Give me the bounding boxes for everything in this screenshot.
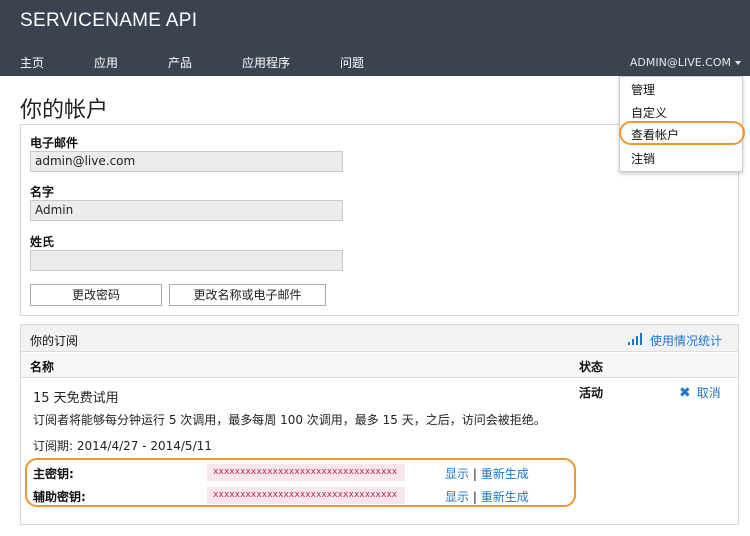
page-title: 你的帐户	[20, 98, 109, 123]
last-name-label: 姓氏	[30, 235, 55, 249]
user-menu-label: ADMIN@LIVE.COM	[629, 56, 731, 69]
user-menu-toggle[interactable]: ADMIN@LIVE.COM	[630, 56, 741, 69]
primary-key-regenerate-link[interactable]: 重新生成	[481, 467, 529, 481]
primary-key-actions: 显示 | 重新生成	[445, 465, 529, 482]
app-title: SERVICENAME API	[20, 10, 198, 31]
nav-item-applications[interactable]: 应用程序	[242, 54, 290, 71]
email-field[interactable]: admin@live.com	[30, 151, 343, 172]
first-name-field[interactable]: Admin	[30, 200, 343, 221]
secondary-key-value: xxxxxxxxxxxxxxxxxxxxxxxxxxxxxxxxxx	[207, 487, 405, 504]
subscriptions-column-headers: 名称 状态	[21, 353, 738, 378]
status-badge: 活动	[579, 386, 604, 400]
nav-item-issues[interactable]: 问题	[340, 54, 364, 71]
column-header-status: 状态	[579, 360, 604, 374]
primary-key-show-link[interactable]: 显示	[445, 467, 469, 481]
cancel-subscription-button[interactable]: ✖ 取消	[679, 384, 721, 401]
usage-statistics-link[interactable]: 使用情况统计	[627, 332, 722, 349]
change-password-button[interactable]: 更改密码	[30, 284, 162, 306]
secondary-key-actions: 显示 | 重新生成	[445, 488, 529, 505]
secondary-key-show-link[interactable]: 显示	[445, 490, 469, 504]
menu-item-sign-out[interactable]: 注销	[631, 150, 655, 167]
cancel-label: 取消	[696, 386, 721, 400]
subscriptions-header: 你的订阅 使用情况统计	[21, 325, 738, 352]
plan-period: 订阅期: 2014/4/27 - 2014/5/11	[33, 439, 212, 453]
nav-item-home[interactable]: 主页	[20, 54, 44, 71]
primary-key-value: xxxxxxxxxxxxxxxxxxxxxxxxxxxxxxxxxx	[207, 464, 405, 481]
primary-key-label: 主密钥:	[33, 467, 74, 481]
top-bar: SERVICENAME API 主页 应用 产品 应用程序 问题 ADMIN@L…	[0, 0, 750, 76]
last-name-field[interactable]	[30, 250, 343, 271]
secondary-key-label: 辅助密钥:	[33, 490, 86, 504]
column-header-name: 名称	[30, 360, 55, 374]
menu-item-admin[interactable]: 管理	[631, 81, 655, 98]
nav-item-apis[interactable]: 应用	[94, 54, 118, 71]
change-name-email-button[interactable]: 更改名称或电子邮件	[169, 284, 326, 306]
first-name-label: 名字	[30, 185, 55, 199]
secondary-key-regenerate-link[interactable]: 重新生成	[481, 490, 529, 504]
nav-item-products[interactable]: 产品	[168, 54, 192, 71]
subscriptions-panel: 你的订阅 使用情况统计 名称 状态 15 天免费试用 订阅者将能够每分钟运行 5…	[20, 324, 739, 525]
caret-down-icon	[735, 61, 741, 65]
plan-description: 订阅者将能够每分钟运行 5 次调用，最多每周 100 次调用，最多 15 天，之…	[33, 413, 546, 427]
menu-item-customize[interactable]: 自定义	[631, 104, 667, 121]
usage-statistics-label: 使用情况统计	[649, 334, 722, 348]
user-dropdown-menu: 管理 自定义 查看帐户 注销	[619, 76, 743, 172]
menu-item-view-account[interactable]: 查看帐户	[631, 126, 679, 143]
subscriptions-title: 你的订阅	[30, 334, 79, 348]
secondary-key-separator: |	[472, 490, 477, 504]
plan-name: 15 天免费试用	[33, 391, 119, 406]
close-x-icon: ✖	[679, 385, 691, 401]
bar-chart-icon	[627, 333, 642, 345]
primary-key-separator: |	[472, 467, 477, 481]
email-label: 电子邮件	[30, 136, 79, 150]
